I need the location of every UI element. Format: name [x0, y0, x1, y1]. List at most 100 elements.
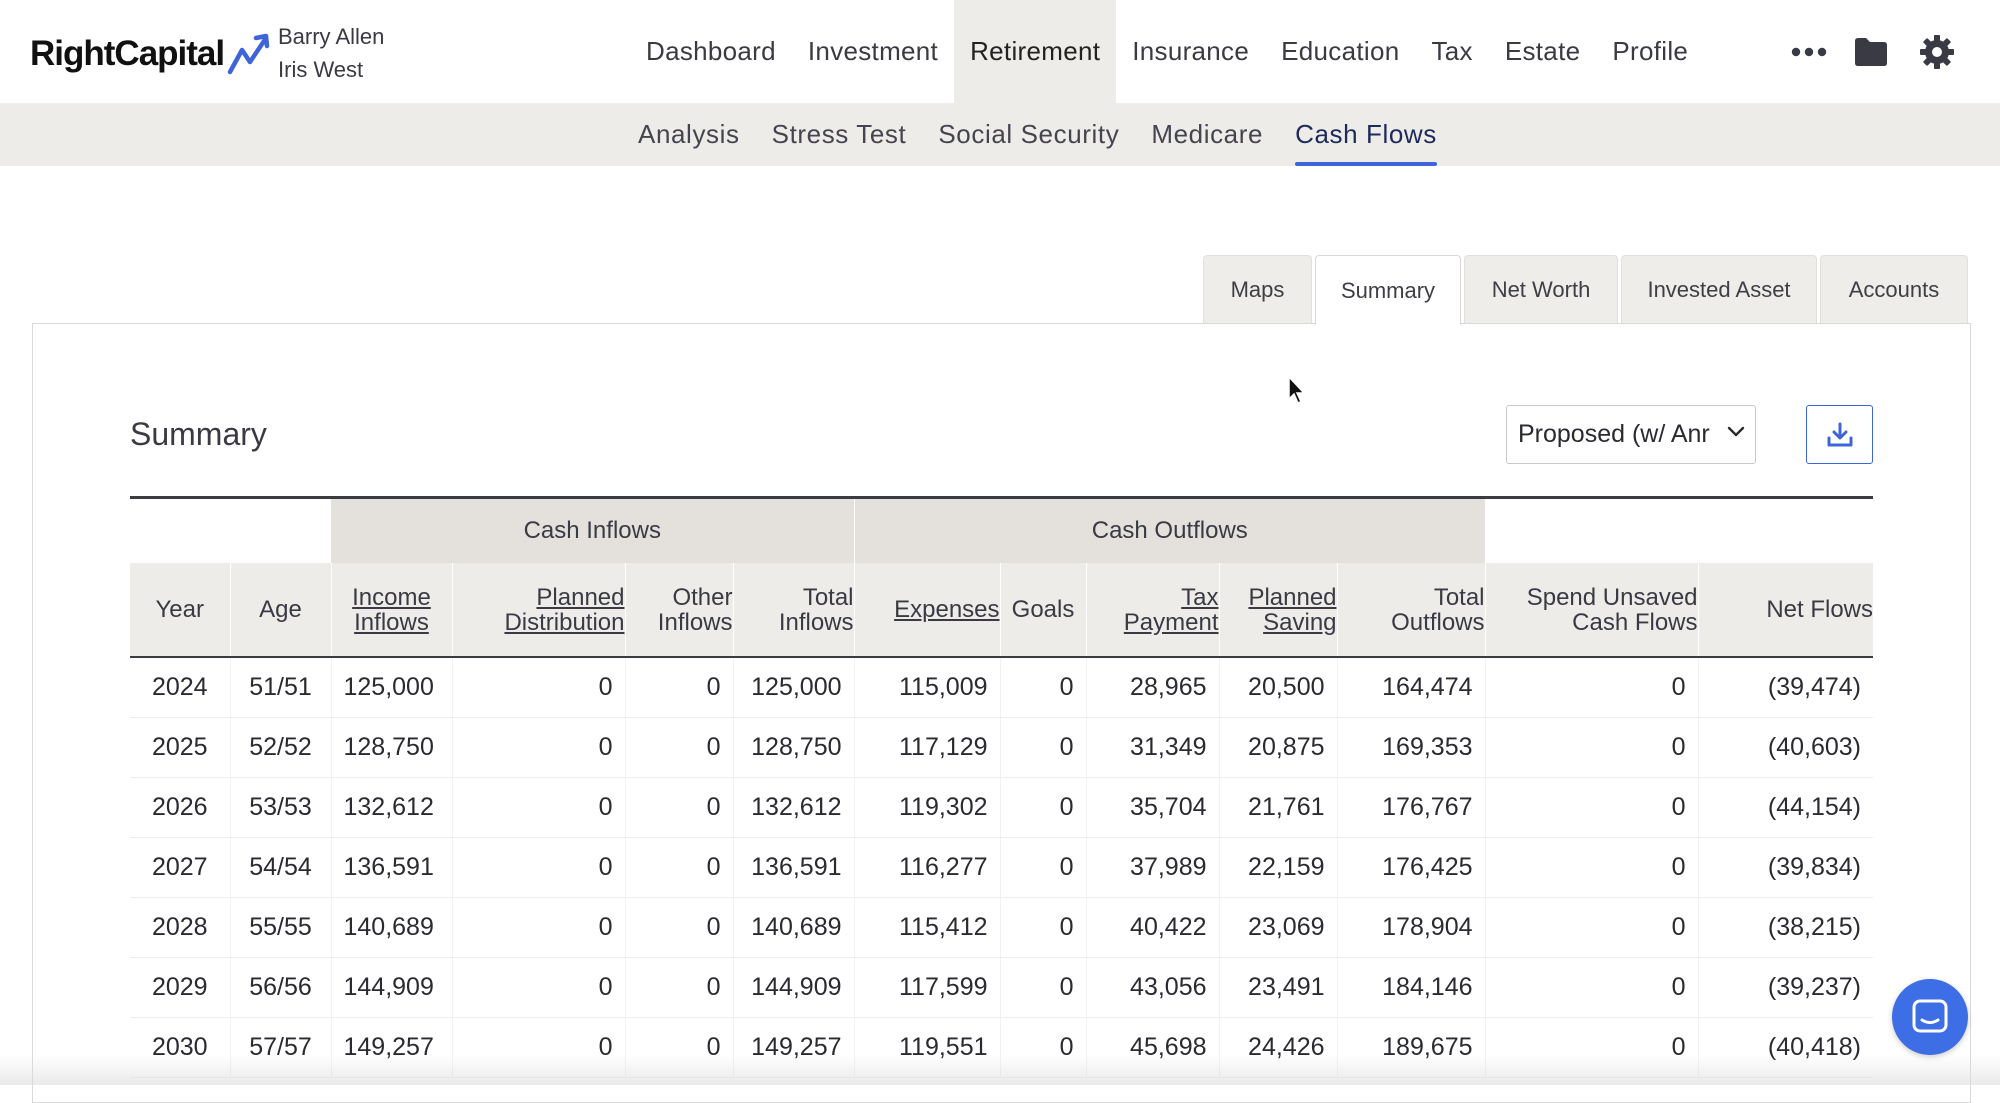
cell-planned-saving: 20,875: [1218, 717, 1338, 778]
expenses-link[interactable]: Expenses: [894, 596, 999, 623]
tab-accounts[interactable]: Accounts: [1820, 255, 1968, 323]
cell-other-inflows: 0: [624, 957, 733, 1018]
more-icon[interactable]: [1780, 47, 1838, 57]
table-row: 2027 54/54 136,591 0 0 136,591 116,277 0 37,989 2…: [130, 837, 1874, 898]
mouse-cursor-icon: [1288, 375, 1306, 405]
cell-income-inflows: 128,750: [330, 717, 452, 778]
cell-age: 52/52: [229, 717, 331, 778]
cell-income-inflows: 136,591: [330, 837, 452, 898]
top-bar: RightCapital Barry Allen Iris West Dashb…: [0, 0, 2000, 103]
cell-tax-payment: 40,422: [1085, 897, 1220, 958]
col-spend-unsaved-cash-flows: Spend Unsaved Cash Flows: [1484, 563, 1699, 658]
subnav-cash-flows[interactable]: Cash Flows: [1279, 103, 1453, 166]
download-icon: [1827, 422, 1852, 446]
col-planned-distribution: Planned Distribution: [451, 563, 625, 658]
cell-other-inflows: 0: [624, 717, 733, 778]
client-names[interactable]: Barry Allen Iris West: [278, 20, 384, 86]
cell-total-outflows: 184,146: [1336, 957, 1486, 1018]
cell-planned-distribution: 0: [451, 657, 625, 718]
col-income-inflows: Income Inflows: [330, 563, 452, 658]
cell-tax-payment: 28,965: [1085, 657, 1220, 718]
cell-total-outflows: 178,904: [1336, 897, 1486, 958]
cell-expenses: 116,277: [853, 837, 1001, 898]
top-icons: [1780, 0, 1970, 103]
cell-income-inflows: 132,612: [330, 777, 452, 838]
cell-planned-distribution: 0: [451, 777, 625, 838]
cell-planned-saving: 23,069: [1218, 897, 1338, 958]
table-row: 2029 56/56 144,909 0 0 144,909 117,599 0 43,056 2…: [130, 957, 1874, 1018]
nav-investment[interactable]: Investment: [792, 0, 954, 103]
subnav-social-security[interactable]: Social Security: [922, 103, 1135, 166]
cell-total-inflows: 132,612: [732, 777, 855, 838]
group-spacer: [130, 499, 331, 563]
cell-planned-saving: 23,491: [1218, 957, 1338, 1018]
cell-goals: 0: [999, 897, 1087, 958]
cell-planned-distribution: 0: [451, 957, 625, 1018]
cell-net-flows: (38,215): [1697, 897, 1874, 958]
income-inflows-link[interactable]: Income Inflows: [352, 584, 431, 636]
nav-profile[interactable]: Profile: [1596, 0, 1704, 103]
tab-invested-asset[interactable]: Invested Asset: [1621, 255, 1817, 323]
chevron-down-icon: [1727, 426, 1745, 437]
cell-goals: 0: [999, 777, 1087, 838]
nav-education[interactable]: Education: [1265, 0, 1415, 103]
chat-icon: [1912, 999, 1948, 1033]
table-row: 2025 52/52 128,750 0 0 128,750 117,129 0 31,349 2…: [130, 717, 1874, 778]
col-goals: Goals: [999, 563, 1087, 658]
brand-name: RightCapital: [30, 34, 225, 73]
scenario-select-value: Proposed (w/ Anr: [1518, 420, 1710, 448]
cell-planned-saving: 21,761: [1218, 777, 1338, 838]
tab-net-worth[interactable]: Net Worth: [1464, 255, 1618, 323]
cell-spend-unsaved-cash-flows: 0: [1484, 657, 1699, 718]
cell-planned-distribution: 0: [451, 837, 625, 898]
cell-total-outflows: 176,425: [1336, 837, 1486, 898]
cell-net-flows: (39,237): [1697, 957, 1874, 1018]
nav-tax[interactable]: Tax: [1415, 0, 1488, 103]
folder-icon[interactable]: [1838, 37, 1904, 67]
cell-expenses: 117,599: [853, 957, 1001, 1018]
cell-net-flows: (39,834): [1697, 837, 1874, 898]
main-nav: Dashboard Investment Retirement Insuranc…: [630, 0, 1704, 103]
chat-button[interactable]: [1892, 979, 1968, 1055]
cell-net-flows: (44,154): [1697, 777, 1874, 838]
cell-goals: 0: [999, 957, 1087, 1018]
subnav-medicare[interactable]: Medicare: [1135, 103, 1279, 166]
tab-summary[interactable]: Summary: [1315, 255, 1461, 325]
subnav-stress-test[interactable]: Stress Test: [756, 103, 923, 166]
cell-age: 53/53: [229, 777, 331, 838]
download-button[interactable]: [1806, 405, 1873, 464]
planned-distribution-link[interactable]: Planned Distribution: [504, 584, 624, 636]
cell-goals: 0: [999, 717, 1087, 778]
bottom-fade: [0, 1055, 2000, 1085]
group-header-row: Cash Inflows Cash Outflows: [130, 499, 1873, 563]
table-row: 2028 55/55 140,689 0 0 140,689 115,412 0 40,422 2…: [130, 897, 1874, 958]
nav-dashboard[interactable]: Dashboard: [630, 0, 792, 103]
cell-age: 55/55: [229, 897, 331, 958]
scenario-select[interactable]: Proposed (w/ Anr: [1506, 405, 1756, 464]
col-planned-saving: Planned Saving: [1218, 563, 1338, 658]
cell-expenses: 119,302: [853, 777, 1001, 838]
cell-spend-unsaved-cash-flows: 0: [1484, 957, 1699, 1018]
cell-total-outflows: 164,474: [1336, 657, 1486, 718]
tab-maps[interactable]: Maps: [1203, 255, 1312, 323]
tax-payment-link[interactable]: Tax Payment: [1124, 584, 1219, 636]
nav-retirement[interactable]: Retirement: [954, 0, 1117, 103]
cell-goals: 0: [999, 837, 1087, 898]
gear-icon[interactable]: [1904, 34, 1970, 70]
nav-estate[interactable]: Estate: [1489, 0, 1597, 103]
cell-year: 2027: [130, 837, 230, 898]
cell-planned-saving: 20,500: [1218, 657, 1338, 718]
col-total-inflows: Total Inflows: [732, 563, 855, 658]
table-body: 2024 51/51 125,000 0 0 125,000 115,009 0 28,965 2…: [130, 657, 1874, 1078]
cell-expenses: 115,009: [853, 657, 1001, 718]
col-tax-payment: Tax Payment: [1085, 563, 1220, 658]
planned-saving-link[interactable]: Planned Saving: [1248, 584, 1336, 636]
logo[interactable]: RightCapital: [30, 32, 272, 76]
group-cash-outflows: Cash Outflows: [853, 499, 1486, 563]
client-name-primary: Barry Allen: [278, 24, 385, 49]
group-spacer: [1485, 499, 1873, 563]
page-title: Summary: [130, 416, 267, 452]
subnav-analysis[interactable]: Analysis: [622, 103, 756, 166]
cell-year: 2028: [130, 897, 230, 958]
nav-insurance[interactable]: Insurance: [1116, 0, 1265, 103]
